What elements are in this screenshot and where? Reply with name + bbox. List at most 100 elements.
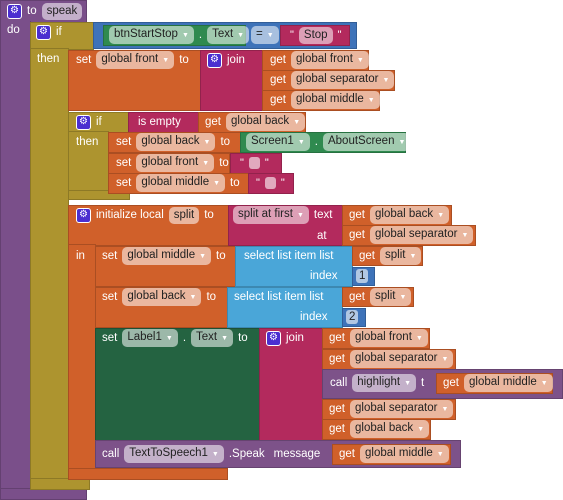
index-value[interactable]: 1 [356, 269, 369, 283]
variable-dropdown[interactable]: global separator ▼ [291, 71, 395, 89]
join-label: join [286, 332, 304, 344]
variable-dropdown[interactable]: split ▼ [370, 288, 412, 306]
variable-dropdown[interactable]: global back ▼ [136, 133, 216, 151]
variable-dropdown[interactable]: global middle ▼ [136, 174, 226, 192]
method-label: .Speak [228, 448, 265, 460]
init-bottom [68, 468, 228, 480]
then-label: then [37, 53, 60, 65]
dot: . [198, 29, 203, 41]
index-value[interactable]: 2 [346, 310, 359, 324]
get-label: get [329, 423, 345, 435]
variable-dropdown[interactable]: global back ▼ [370, 206, 450, 224]
gear-icon[interactable]: ⚙ [7, 3, 22, 19]
empty-text[interactable] [264, 177, 276, 189]
get-label: get [349, 291, 365, 303]
to-label: to [230, 177, 240, 189]
component-dropdown[interactable]: btnStartStop ▼ [109, 26, 194, 44]
gear-icon[interactable]: ⚙ [76, 207, 91, 223]
set-label: set [116, 177, 132, 189]
empty-text[interactable] [248, 157, 260, 169]
in-label: in [76, 250, 85, 262]
gear-icon[interactable]: ⚙ [76, 114, 91, 130]
to-label: to [179, 54, 189, 66]
get-label: get [329, 403, 345, 415]
procedure-dropdown[interactable]: highlight ▼ [352, 374, 417, 392]
is-empty-label: is empty [138, 116, 181, 128]
if-label: if [96, 116, 102, 128]
select-label: select list item list [244, 250, 334, 262]
if-body [30, 48, 69, 488]
then-label: then [76, 136, 99, 148]
variable-dropdown[interactable]: global front ▼ [96, 51, 175, 69]
set-label: set [116, 157, 132, 169]
gear-icon[interactable]: ⚙ [36, 24, 51, 40]
dot: . [314, 136, 318, 148]
do-label: do [7, 24, 20, 36]
dot: . [182, 332, 187, 344]
set-label: set [76, 54, 92, 66]
get-label: get [443, 377, 459, 389]
variable-dropdown[interactable]: global front ▼ [291, 51, 369, 69]
text-label: text [313, 209, 333, 221]
to-label: to [204, 209, 214, 221]
component-dropdown[interactable]: Label1 ▼ [122, 329, 178, 347]
property-dropdown[interactable]: Text ▼ [207, 26, 250, 44]
set-label: set [102, 332, 118, 344]
variable-dropdown[interactable]: split ▼ [380, 247, 422, 265]
variable-dropdown[interactable]: global front ▼ [136, 154, 215, 172]
variable-dropdown[interactable]: global middle ▼ [291, 91, 380, 109]
get-label: get [270, 54, 286, 66]
get-label: get [349, 229, 365, 241]
get-label: get [329, 353, 345, 365]
to-label: to [238, 332, 248, 344]
set-label: set [102, 291, 118, 303]
gear-icon[interactable]: ⚙ [266, 330, 281, 346]
index-label: index [310, 270, 338, 282]
procedure-name[interactable]: speak [41, 2, 83, 20]
at-label: at [317, 230, 327, 242]
param-label: t [421, 377, 425, 389]
variable-dropdown[interactable]: global back ▼ [122, 288, 202, 306]
call-label: call [102, 448, 120, 460]
init-body [68, 244, 96, 480]
procedure-body [0, 21, 31, 500]
get-label: get [270, 74, 286, 86]
local-name[interactable]: split [168, 206, 200, 224]
variable-dropdown[interactable]: global back ▼ [350, 420, 430, 438]
variable-dropdown[interactable]: global middle ▼ [122, 247, 212, 265]
message-label: message [273, 448, 321, 460]
text-value[interactable]: Stop [298, 26, 333, 44]
variable-dropdown[interactable]: global separator ▼ [350, 400, 454, 418]
to-label: to [27, 5, 37, 17]
component-dropdown[interactable]: Screen1 ▼ [246, 133, 310, 151]
component-dropdown[interactable]: TextToSpeech1 ▼ [124, 445, 224, 463]
to-label: to [220, 136, 231, 148]
to-label: to [219, 157, 229, 169]
variable-dropdown[interactable]: global middle ▼ [360, 445, 449, 463]
gear-icon[interactable]: ⚙ [207, 52, 222, 68]
variable-dropdown[interactable]: global front ▼ [350, 329, 428, 347]
index-label: index [300, 311, 328, 323]
set-label: set [116, 136, 132, 148]
variable-dropdown[interactable]: global middle ▼ [464, 374, 553, 392]
operator-dropdown[interactable]: = ▼ [251, 26, 279, 44]
init-label: initialize local [96, 209, 164, 221]
property-dropdown[interactable]: AboutScreen ▼ [322, 133, 411, 151]
if-label: if [56, 26, 62, 38]
variable-dropdown[interactable]: global separator ▼ [370, 226, 474, 244]
to-label: to [216, 250, 226, 262]
call-label: call [330, 377, 348, 389]
to-label: to [206, 291, 217, 303]
variable-dropdown[interactable]: global back ▼ [226, 113, 306, 131]
split-dropdown[interactable]: split at first ▼ [233, 206, 309, 224]
select-label: select list item list [234, 291, 324, 303]
get-label: get [359, 250, 375, 262]
property-dropdown[interactable]: Text ▼ [191, 329, 234, 347]
variable-dropdown[interactable]: global separator ▼ [350, 350, 454, 368]
get-label: get [349, 209, 365, 221]
join-label: join [227, 54, 245, 66]
get-label: get [329, 332, 345, 344]
set-label: set [102, 250, 118, 262]
get-label: get [339, 448, 355, 460]
get-label: get [205, 116, 221, 128]
